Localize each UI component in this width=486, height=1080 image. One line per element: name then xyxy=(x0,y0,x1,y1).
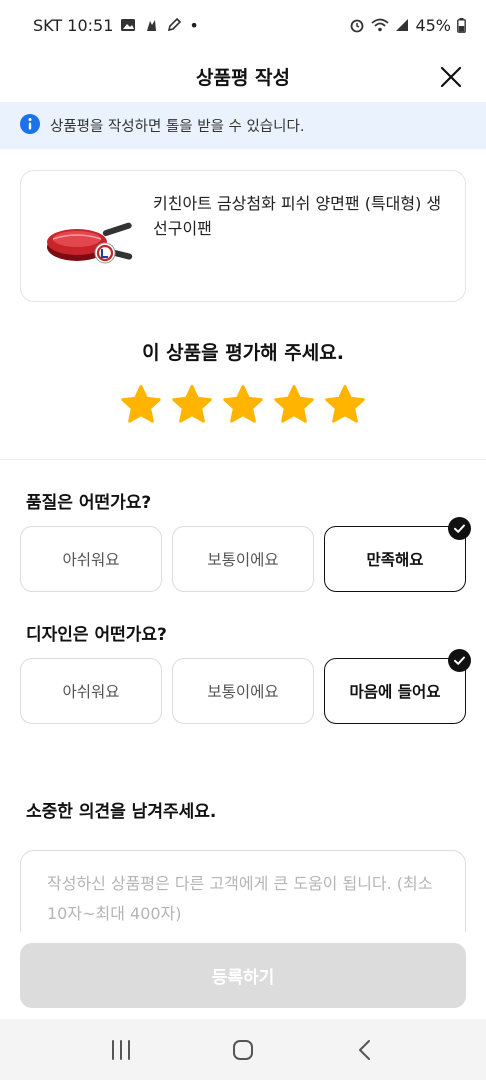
back-button[interactable] xyxy=(335,1030,395,1070)
battery-icon xyxy=(457,17,466,33)
status-dot: • xyxy=(189,15,199,35)
star-icon[interactable] xyxy=(118,382,164,428)
page-title: 상품평 작성 xyxy=(195,66,290,89)
quality-options: 아쉬워요 보통이에요 만족해요 xyxy=(20,517,471,592)
product-card: 키친아트 금상첨화 피쉬 양면팬 (특대형) 생선구이팬 xyxy=(20,170,466,302)
quality-option-3[interactable]: 만족해요 xyxy=(324,517,471,592)
system-nav-bar xyxy=(0,1019,486,1080)
section-divider xyxy=(0,459,486,460)
home-button[interactable] xyxy=(213,1030,273,1070)
edit-icon xyxy=(166,17,182,33)
close-button[interactable] xyxy=(434,60,468,94)
status-bar: SKT 10:51 • 45% xyxy=(0,0,486,50)
quality-option-2[interactable]: 보통이에요 xyxy=(172,526,314,592)
back-icon xyxy=(359,1039,370,1060)
reward-notice: 상품평을 작성하면 톨을 받을 수 있습니다. xyxy=(0,102,486,149)
recent-apps-button[interactable] xyxy=(91,1030,151,1070)
alarm-icon xyxy=(349,17,365,33)
star-icon[interactable] xyxy=(169,382,215,428)
header: 상품평 작성 xyxy=(0,50,486,102)
gallery-icon xyxy=(120,17,136,33)
design-option-2[interactable]: 보통이에요 xyxy=(172,658,314,724)
quality-question-title: 품질은 어떤가요? xyxy=(26,493,152,513)
design-options: 아쉬워요 보통이에요 마음에 들어요 xyxy=(20,649,471,724)
check-icon xyxy=(448,649,471,672)
submit-button[interactable]: 등록하기 xyxy=(20,943,466,1008)
home-icon xyxy=(233,1039,253,1060)
product-name: 키친아트 금상첨화 피쉬 양면팬 (특대형) 생선구이팬 xyxy=(153,194,442,238)
wifi-icon xyxy=(371,17,390,33)
design-option-3-label: 마음에 들어요 xyxy=(349,683,441,701)
submit-area: 등록하기 xyxy=(0,932,486,1018)
check-icon xyxy=(448,517,471,540)
star-rating xyxy=(118,382,368,430)
design-option-1[interactable]: 아쉬워요 xyxy=(20,658,162,724)
notification-app-icon xyxy=(143,17,159,33)
product-image xyxy=(39,189,139,285)
recent-apps-icon xyxy=(112,1039,130,1060)
star-icon[interactable] xyxy=(220,382,266,428)
opinion-title: 소중한 의견을 남겨주세요. xyxy=(26,802,217,822)
carrier-time: SKT 10:51 xyxy=(33,15,114,35)
star-icon[interactable] xyxy=(322,382,368,428)
star-icon[interactable] xyxy=(271,382,317,428)
notice-text: 상품평을 작성하면 톨을 받을 수 있습니다. xyxy=(50,119,305,135)
signal-icon xyxy=(395,18,409,32)
battery-percent: 45% xyxy=(415,15,451,35)
quality-option-1[interactable]: 아쉬워요 xyxy=(20,526,162,592)
info-icon xyxy=(20,113,40,138)
design-option-3[interactable]: 마음에 들어요 xyxy=(324,649,471,724)
rating-title: 이 상품을 평가해 주세요. xyxy=(142,342,344,364)
design-question-title: 디자인은 어떤가요? xyxy=(26,625,167,645)
quality-option-3-label: 만족해요 xyxy=(366,551,424,569)
close-icon xyxy=(440,66,462,88)
